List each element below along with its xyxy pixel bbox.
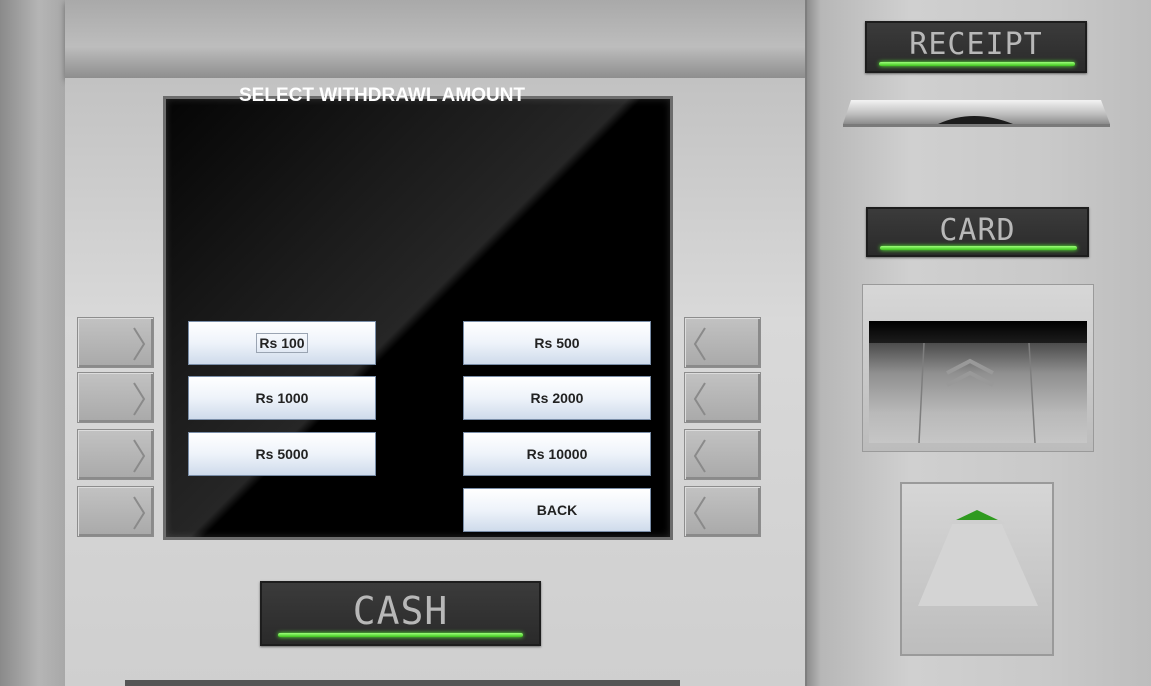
- left-side-key-3[interactable]: [77, 429, 154, 480]
- rs5000-button[interactable]: Rs 5000: [188, 432, 376, 476]
- left-side-key-1[interactable]: [77, 317, 154, 368]
- rs100-label: Rs 100: [256, 333, 308, 353]
- cash-label-plate: CASH: [260, 581, 541, 646]
- cash-dispenser-icon: [918, 510, 1038, 606]
- rs100-button[interactable]: Rs 100: [188, 321, 376, 365]
- chevron-right-icon: [133, 496, 146, 530]
- chevron-left-icon: [693, 327, 706, 361]
- rs1000-button[interactable]: Rs 1000: [188, 376, 376, 420]
- chevron-right-icon: [133, 327, 146, 361]
- chevron-left-icon: [693, 439, 706, 473]
- receipt-slot-shape: [843, 100, 1110, 127]
- chevron-right-icon: [133, 382, 146, 416]
- right-side-key-3[interactable]: [684, 429, 761, 480]
- rs5000-label: Rs 5000: [255, 446, 309, 462]
- atm-top-band: [65, 0, 805, 78]
- atm-bottom-strip: [125, 680, 680, 686]
- receipt-label-plate: RECEIPT: [865, 21, 1087, 73]
- rs1000-label: Rs 1000: [255, 390, 309, 406]
- rs500-label: Rs 500: [534, 335, 580, 351]
- right-side-key-2[interactable]: [684, 372, 761, 423]
- chevron-right-icon: [133, 439, 146, 473]
- screen-title: SELECT WITHDRAWL AMOUNT: [239, 85, 526, 106]
- card-slot-lip: [869, 343, 1087, 443]
- chevron-left-icon: [693, 496, 706, 530]
- receipt-label: RECEIPT: [909, 27, 1043, 62]
- rs2000-button[interactable]: Rs 2000: [463, 376, 651, 420]
- chevron-left-icon: [693, 382, 706, 416]
- right-side-key-1[interactable]: [684, 317, 761, 368]
- card-label-plate: CARD: [866, 207, 1089, 257]
- left-side-key-2[interactable]: [77, 372, 154, 423]
- rs500-button[interactable]: Rs 500: [463, 321, 651, 365]
- card-label: CARD: [939, 213, 1016, 248]
- receipt-led-indicator: [879, 62, 1075, 66]
- cash-dispenser[interactable]: [900, 482, 1054, 656]
- cash-led-indicator: [278, 633, 523, 637]
- right-side-key-4[interactable]: [684, 486, 761, 537]
- rs10000-label: Rs 10000: [526, 446, 588, 462]
- left-side-key-4[interactable]: [77, 486, 154, 537]
- rs2000-label: Rs 2000: [530, 390, 584, 406]
- card-led-indicator: [880, 246, 1077, 250]
- card-slot-opening: [869, 321, 1087, 343]
- atm-left-column: [0, 0, 65, 686]
- receipt-slot: [843, 96, 1110, 130]
- back-label: BACK: [536, 502, 578, 518]
- rs10000-button[interactable]: Rs 10000: [463, 432, 651, 476]
- card-reader-slot[interactable]: [862, 284, 1094, 452]
- double-chevron-up-icon: [918, 343, 1036, 443]
- back-button[interactable]: BACK: [463, 488, 651, 532]
- cash-label: CASH: [352, 589, 449, 633]
